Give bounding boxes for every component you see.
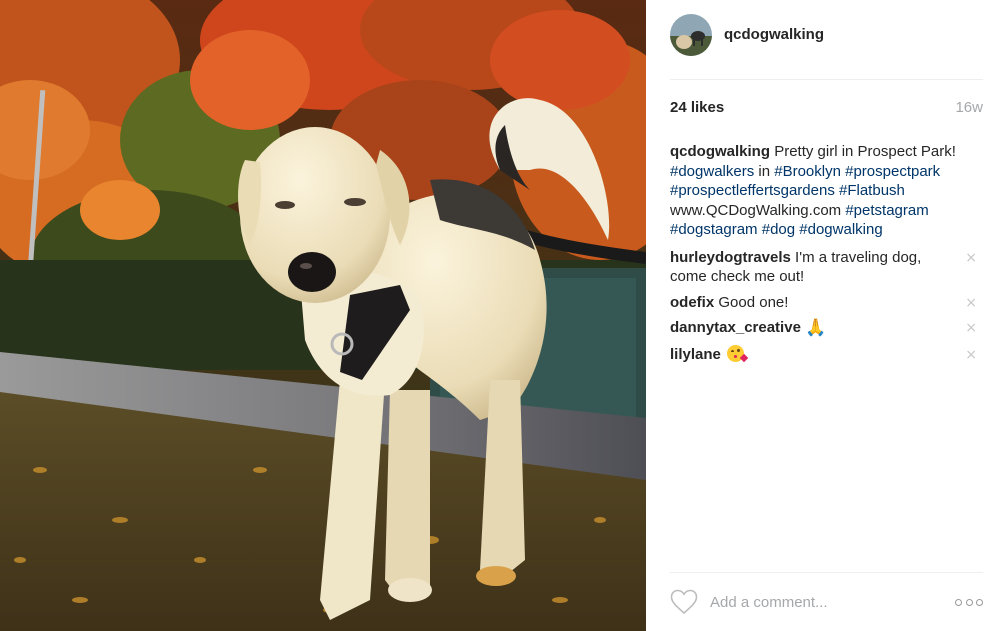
caption-in-word: in bbox=[758, 162, 771, 180]
post-photo[interactable] bbox=[0, 0, 646, 631]
caption-author[interactable]: qcdogwalking bbox=[670, 143, 770, 160]
avatar[interactable] bbox=[670, 14, 712, 56]
post-timestamp[interactable]: 16w bbox=[955, 99, 983, 116]
comment-text: Good one! bbox=[718, 293, 789, 311]
dog-in-park-image bbox=[0, 0, 646, 631]
remove-comment-icon[interactable]: × bbox=[965, 294, 977, 314]
likes-count[interactable]: 24 likes bbox=[670, 99, 724, 116]
remove-comment-icon[interactable]: × bbox=[965, 249, 977, 269]
hashtag-dogwalkers[interactable]: #dogwalkers bbox=[670, 163, 754, 180]
instagram-post: qcdogwalking 24 likes 16w qcdogwalking P… bbox=[0, 0, 1000, 631]
hashtag-petstagram[interactable]: #petstagram bbox=[845, 202, 928, 219]
post-actions bbox=[670, 572, 983, 631]
heart-outline-icon[interactable] bbox=[670, 589, 698, 615]
hashtag-brooklyn[interactable]: #Brooklyn bbox=[774, 163, 841, 180]
comment-author[interactable]: odefix bbox=[670, 294, 714, 311]
kissing-face-icon bbox=[727, 344, 749, 362]
hashtag-dog[interactable]: #dog bbox=[762, 221, 795, 238]
hashtag-prospectleffertsgardens[interactable]: #prospectleffertsgardens bbox=[670, 182, 835, 199]
add-comment-input[interactable] bbox=[710, 590, 955, 614]
comment-author[interactable]: dannytax_creative bbox=[670, 319, 801, 336]
hashtag-dogwalking[interactable]: #dogwalking bbox=[799, 221, 882, 238]
remove-comment-icon[interactable]: × bbox=[965, 319, 977, 339]
post-caption: qcdogwalking Pretty girl in Prospect Par… bbox=[670, 142, 983, 240]
caption-website: www.QCDogWalking.com bbox=[670, 201, 842, 219]
hashtag-flatbush[interactable]: #Flatbush bbox=[839, 182, 905, 199]
hashtag-dogstagram[interactable]: #dogstagram bbox=[670, 221, 758, 238]
comment-item: dannytax_creative 🙏 × bbox=[670, 318, 983, 339]
comment-item: lilylane × bbox=[670, 344, 983, 366]
comment-author[interactable]: lilylane bbox=[670, 346, 721, 363]
praying-hands-icon: 🙏 bbox=[805, 318, 827, 338]
post-username[interactable]: qcdogwalking bbox=[724, 14, 824, 56]
hashtag-prospectpark[interactable]: #prospectpark bbox=[845, 163, 940, 180]
avatar-image bbox=[670, 14, 712, 56]
more-options-icon[interactable] bbox=[955, 592, 983, 612]
remove-comment-icon[interactable]: × bbox=[965, 346, 977, 366]
more-dot bbox=[955, 598, 962, 606]
comment-item: odefix Good one! × bbox=[670, 293, 983, 313]
post-sidebar: qcdogwalking 24 likes 16w qcdogwalking P… bbox=[646, 0, 1000, 631]
caption-text: Pretty girl in Prospect Park! bbox=[774, 143, 956, 160]
comment-item: hurleydogtravels I'm a traveling dog, co… bbox=[670, 248, 983, 287]
post-header: qcdogwalking bbox=[670, 14, 983, 80]
more-dot bbox=[965, 598, 973, 606]
post-meta: 24 likes 16w bbox=[670, 99, 983, 116]
comment-list: qcdogwalking Pretty girl in Prospect Par… bbox=[670, 142, 983, 370]
more-dot bbox=[976, 598, 983, 606]
comment-author[interactable]: hurleydogtravels bbox=[670, 249, 791, 266]
